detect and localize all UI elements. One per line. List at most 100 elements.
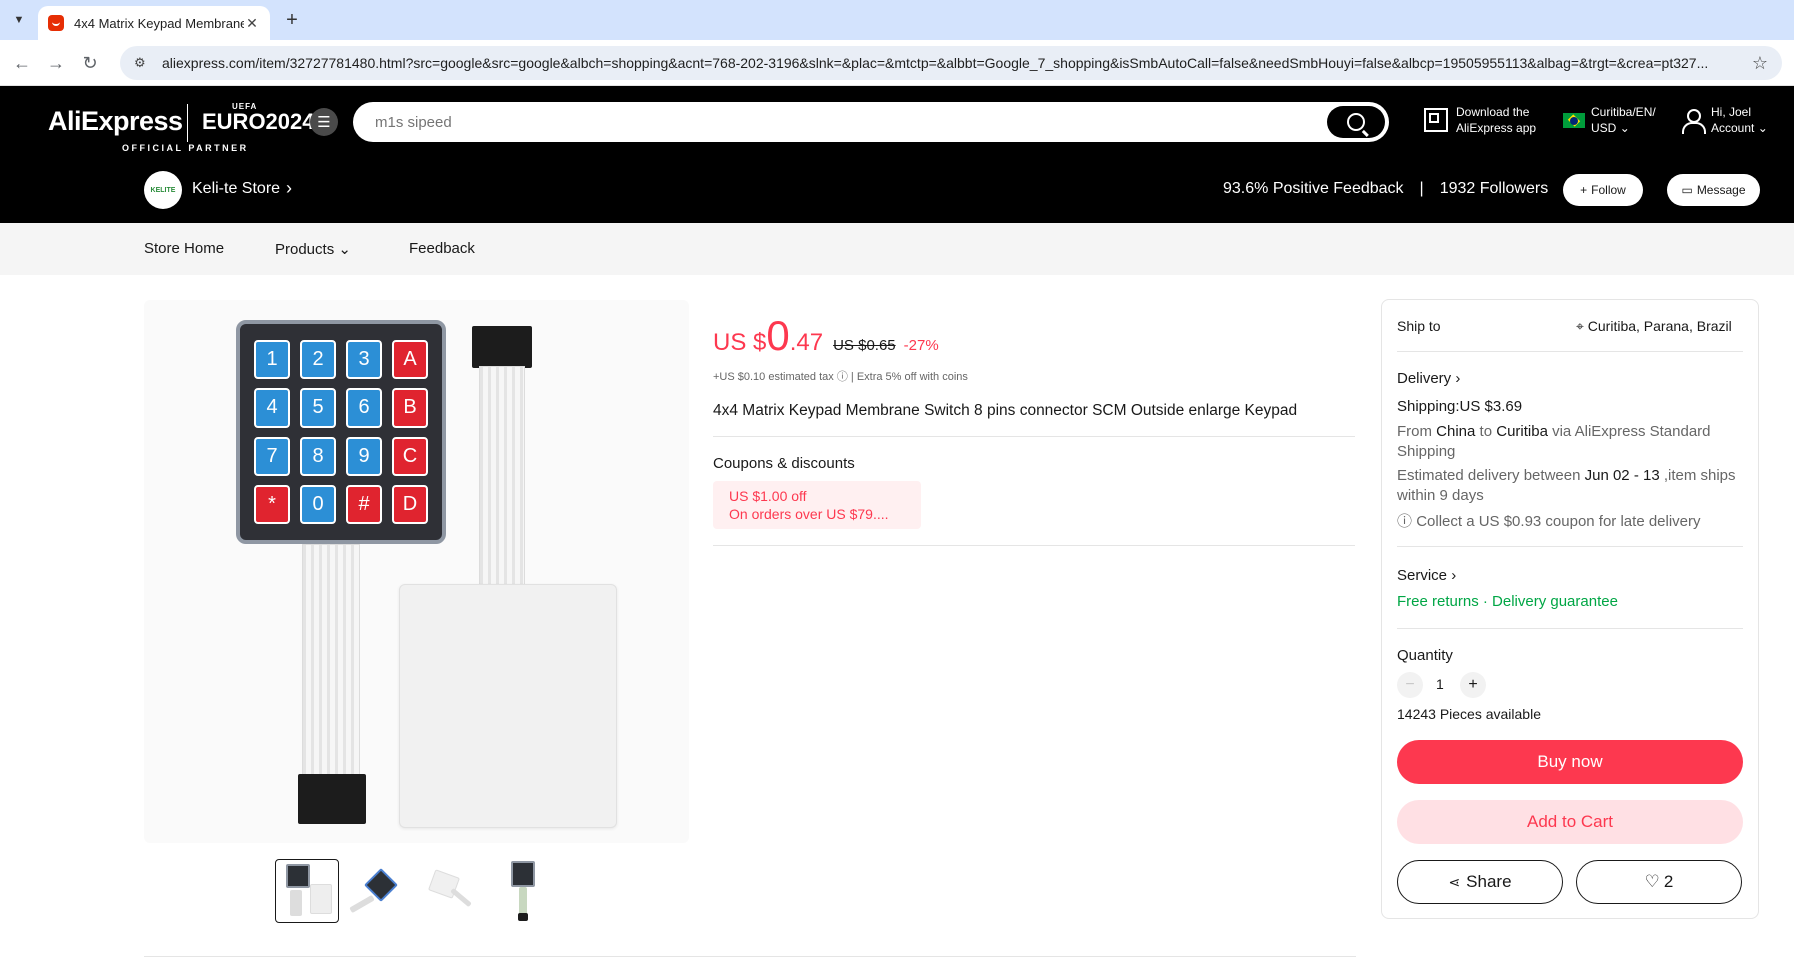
logo-divider (187, 104, 188, 142)
message-label: Message (1696, 183, 1746, 197)
keypad-key: 7 (254, 436, 290, 476)
keypad-key: C (392, 436, 428, 476)
ship-to-value: Curitiba, Parana, Brazil (1587, 318, 1732, 334)
close-tab-icon[interactable]: ✕ (244, 15, 260, 31)
delivery-header[interactable]: Delivery › (1397, 370, 1460, 387)
eta-dates: Jun 02 - 13 (1584, 467, 1660, 484)
wishlist-count: 2 (1663, 872, 1674, 891)
site-settings-icon[interactable]: ⚙ (134, 55, 150, 71)
heart-icon: ♡ (1644, 872, 1660, 891)
divider (1397, 546, 1743, 547)
quantity-increment-button[interactable]: + (1460, 672, 1486, 698)
browser-tab[interactable]: 4x4 Matrix Keypad Membrane S ✕ (38, 6, 270, 40)
divider (144, 956, 1356, 957)
keypad-key: 8 (300, 436, 336, 476)
plus-icon: + (1580, 183, 1588, 197)
service-header[interactable]: Service › (1397, 567, 1456, 584)
route-to-prefix: to (1475, 423, 1497, 440)
chevron-right-icon: › (1455, 370, 1461, 387)
late-delivery-coupon[interactable]: ⓘ Collect a US $0.93 coupon for late del… (1397, 510, 1701, 531)
download-app-link[interactable]: Download the AliExpress app (1424, 104, 1536, 136)
new-tab-icon[interactable]: + (280, 8, 304, 32)
url-text: aliexpress.com/item/32727781480.html?src… (162, 55, 1709, 71)
divider (1397, 351, 1743, 352)
share-button[interactable]: ⋖ Share (1397, 860, 1563, 904)
chevron-right-icon[interactable]: › (286, 178, 292, 199)
forward-icon[interactable]: → (44, 51, 68, 75)
wishlist-button[interactable]: ♡ 2 (1576, 860, 1742, 904)
service-label: Service (1397, 567, 1448, 584)
delivery-label: Delivery (1397, 370, 1452, 387)
share-icon: ⋖ (1448, 873, 1461, 890)
follow-label: Follow (1591, 183, 1626, 197)
store-subnav: Store Home Products ⌄ Feedback (0, 223, 1794, 275)
tab-search-icon[interactable]: ▼ (6, 7, 32, 33)
pad-connector (472, 326, 532, 368)
hamburger-menu-icon[interactable]: ☰ (310, 108, 338, 136)
positive-feedback: 93.6% Positive Feedback (1223, 180, 1404, 197)
aliexpress-logo[interactable]: AliExpress (48, 106, 183, 137)
euro2024-label: EURO2024 (202, 109, 315, 134)
site-header: AliExpress UEFA EURO2024 OFFICIAL PARTNE… (0, 86, 1794, 223)
main-product-image[interactable]: 1 2 3 A 4 5 6 B 7 8 9 C * 0 # D (144, 300, 689, 843)
user-icon (1681, 108, 1706, 134)
thumbnail-4[interactable] (491, 859, 555, 923)
quantity-label: Quantity (1397, 647, 1453, 664)
account-menu[interactable]: Hi, Joel Account ⌄ (1681, 104, 1768, 136)
reload-icon[interactable]: ↻ (78, 51, 102, 75)
nav-feedback[interactable]: Feedback (409, 240, 475, 257)
back-icon[interactable]: ← (10, 51, 34, 75)
service-value[interactable]: Free returns · Delivery guarantee (1397, 593, 1618, 610)
address-bar[interactable]: ⚙ aliexpress.com/item/32727781480.html?s… (120, 46, 1782, 80)
nav-store-home[interactable]: Store Home (144, 240, 224, 257)
info-icon[interactable]: ⓘ (837, 371, 848, 383)
location-pin-icon: ⌖ (1576, 318, 1584, 334)
pad-ribbon-cable (479, 366, 525, 588)
chevron-down-icon: ⌄ (338, 241, 351, 258)
quantity-value[interactable]: 1 (1436, 676, 1444, 692)
search-button[interactable] (1327, 106, 1385, 138)
keypad-key: # (346, 484, 382, 524)
keypad-key: * (254, 484, 290, 524)
follower-count: 1932 Followers (1439, 180, 1549, 197)
thumbnail-1[interactable] (275, 859, 339, 923)
estimated-delivery: Estimated delivery between Jun 02 - 13 ,… (1397, 466, 1737, 506)
nav-products[interactable]: Products ⌄ (275, 240, 351, 258)
store-name[interactable]: Keli-te Store (192, 180, 280, 198)
keypad-key: B (392, 388, 428, 428)
account-label: Account (1711, 121, 1755, 135)
follow-button[interactable]: + Follow (1563, 174, 1643, 206)
price-block: US $ 0 .47 US $0.65 -27% (713, 312, 939, 360)
price-currency: US $ (713, 329, 767, 356)
shipping-cost: Shipping:US $3.69 (1397, 398, 1523, 415)
thumbnail-2[interactable] (347, 859, 411, 923)
quantity-decrement-button[interactable]: − (1397, 672, 1423, 698)
tab-title: 4x4 Matrix Keypad Membrane S (74, 15, 244, 31)
divider (713, 545, 1355, 546)
brazil-flag-icon (1563, 112, 1585, 128)
locale-selector[interactable]: Curitiba/EN/ USD ⌄ (1563, 104, 1656, 136)
divider (713, 436, 1355, 437)
add-to-cart-button[interactable]: Add to Cart (1397, 800, 1743, 844)
tax-note: +US $0.10 estimated tax (713, 371, 834, 383)
shipping-route: From China to Curitiba via AliExpress St… (1397, 422, 1737, 462)
download-line-2: AliExpress app (1456, 121, 1537, 135)
official-partner-label: OFFICIAL PARTNER (122, 143, 249, 153)
search-input[interactable] (375, 113, 1327, 131)
original-price: US $0.65 (833, 337, 896, 354)
browser-tab-strip: ▼ 4x4 Matrix Keypad Membrane S ✕ + (0, 0, 1794, 40)
ship-to-location[interactable]: ⌖ Curitiba, Parana, Brazil (1576, 318, 1732, 335)
store-logo[interactable]: KELITE (144, 171, 182, 209)
keypad-ribbon-cable (302, 544, 360, 782)
chevron-right-icon: › (1451, 567, 1457, 584)
buy-now-button[interactable]: Buy now (1397, 740, 1743, 784)
locale-line-1: Curitiba/EN/ (1591, 105, 1656, 119)
thumbnail-strip (275, 859, 563, 923)
coupon-card[interactable]: US $1.00 off On orders over US $79.... (713, 481, 921, 529)
keypad-key: 1 (254, 340, 290, 380)
thumbnail-3[interactable] (419, 859, 483, 923)
keypad-illustration: 1 2 3 A 4 5 6 B 7 8 9 C * 0 # D (236, 320, 446, 544)
bookmark-star-icon[interactable]: ☆ (1752, 53, 1768, 74)
euro2024-logo: UEFA EURO2024 (202, 102, 315, 135)
message-button[interactable]: ▭ Message (1667, 174, 1760, 206)
